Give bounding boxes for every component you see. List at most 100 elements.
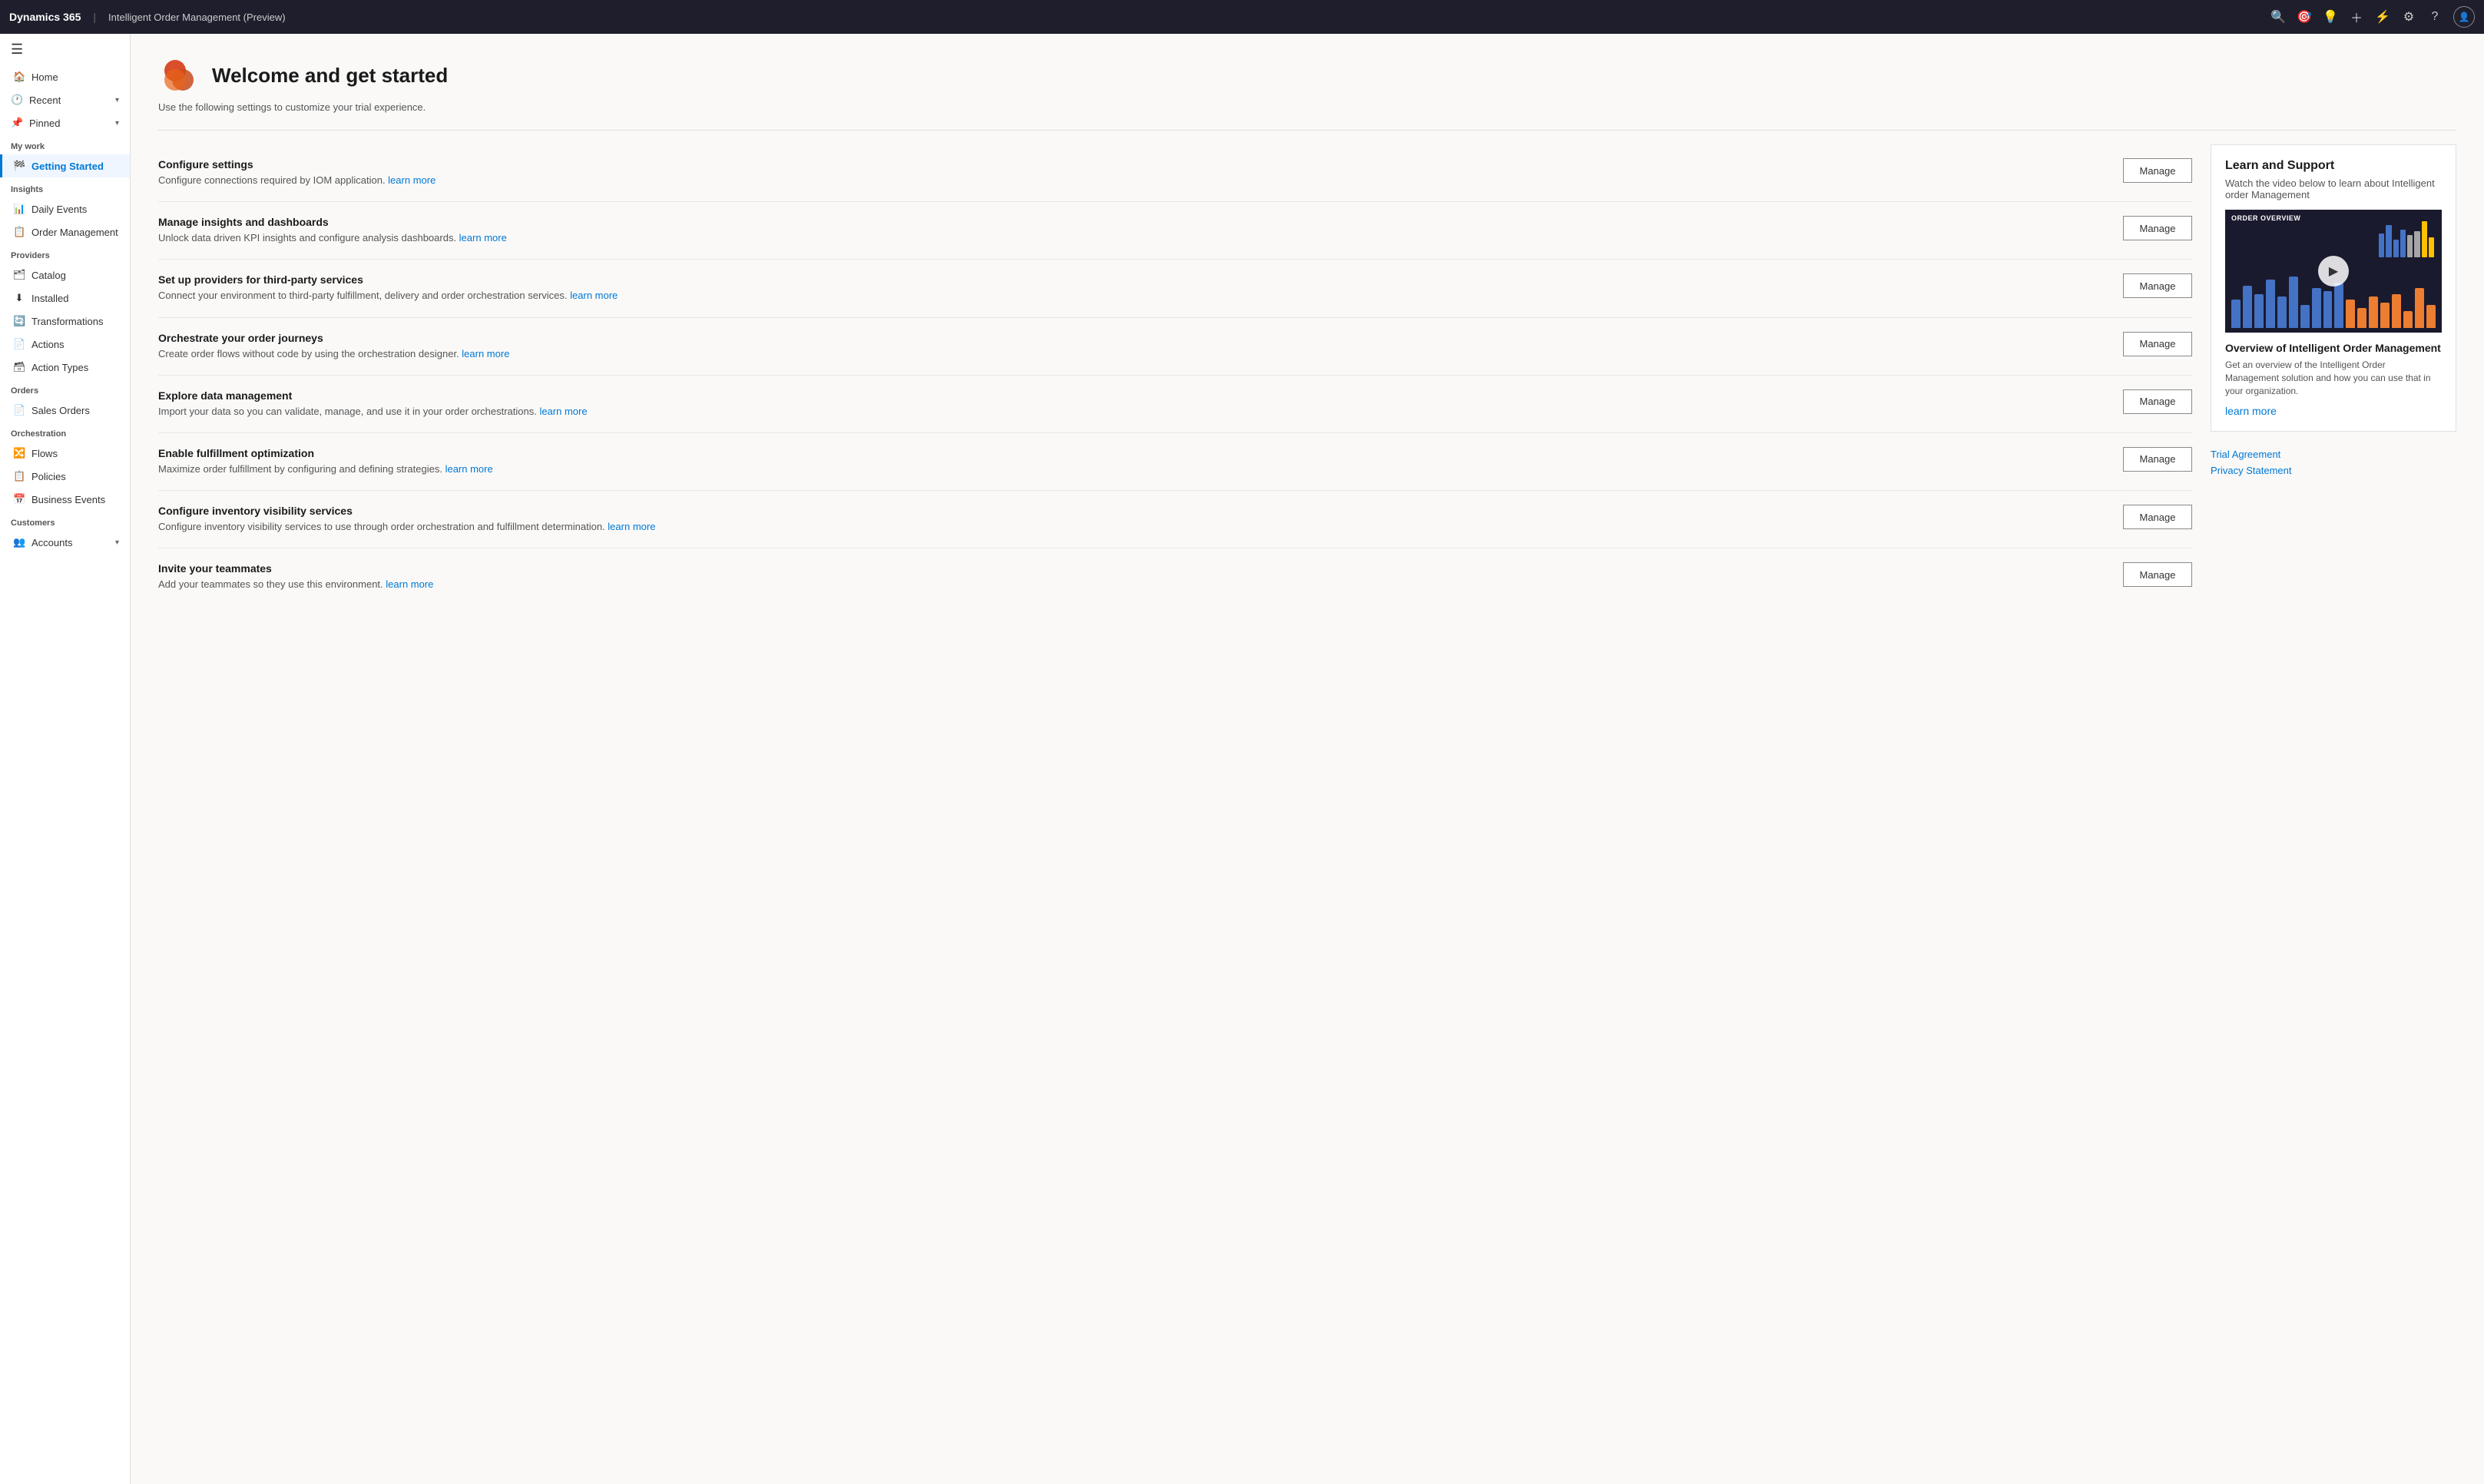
video-bar: [2403, 311, 2413, 328]
main-content: Welcome and get started Use the followin…: [131, 34, 2484, 1484]
task-desc-fulfillment: Maximize order fulfillment by configurin…: [158, 462, 2111, 476]
recent-icon: 🕐: [11, 94, 23, 106]
video-title: Overview of Intelligent Order Management: [2225, 342, 2442, 354]
sidebar-label-transformations: Transformations: [31, 316, 103, 327]
manage-btn-configure-settings[interactable]: Manage: [2123, 158, 2192, 183]
sidebar-item-policies[interactable]: 📋 Policies: [0, 465, 130, 488]
video-overlay-bar: [2400, 230, 2406, 257]
sidebar-label-order-management: Order Management: [31, 227, 118, 238]
sidebar-label-action-types: Action Types: [31, 362, 88, 373]
sidebar-item-getting-started[interactable]: 🏁 Getting Started: [0, 154, 130, 177]
catalog-icon: 🗂: [13, 269, 25, 281]
task-desc-providers: Connect your environment to third-party …: [158, 289, 2111, 303]
task-info-fulfillment: Enable fulfillment optimizationMaximize …: [158, 447, 2111, 476]
learn-more-video-link[interactable]: learn more: [2225, 405, 2277, 417]
sales-orders-icon: 📄: [13, 404, 25, 416]
external-links: Trial Agreement Privacy Statement: [2211, 449, 2456, 481]
learn-link-providers[interactable]: learn more: [570, 290, 618, 301]
sidebar-label-installed: Installed: [31, 293, 68, 304]
hamburger-menu[interactable]: ☰: [0, 34, 130, 65]
help-icon[interactable]: ?: [2427, 10, 2443, 24]
video-bar: [2312, 288, 2321, 328]
flows-icon: 🔀: [13, 447, 25, 459]
task-desc-manage-insights: Unlock data driven KPI insights and conf…: [158, 231, 2111, 245]
page-subtitle: Use the following settings to customize …: [158, 101, 2456, 113]
video-overlay-bar: [2379, 234, 2384, 257]
task-desc-orchestrate: Create order flows without code by using…: [158, 347, 2111, 361]
learn-link-configure-settings[interactable]: learn more: [388, 174, 436, 186]
sidebar-label-business-events: Business Events: [31, 494, 105, 505]
sidebar-item-flows[interactable]: 🔀 Flows: [0, 442, 130, 465]
learn-link-manage-insights[interactable]: learn more: [459, 232, 507, 243]
task-info-manage-insights: Manage insights and dashboardsUnlock dat…: [158, 216, 2111, 245]
manage-btn-fulfillment[interactable]: Manage: [2123, 447, 2192, 472]
section-insights: Insights: [0, 177, 130, 197]
task-title-orchestrate: Orchestrate your order journeys: [158, 332, 2111, 344]
video-overlay-bar: [2422, 221, 2427, 257]
trial-agreement-link[interactable]: Trial Agreement: [2211, 449, 2456, 460]
nav-icons: 🔍 🎯 💡 ＋ ⚡ ⚙ ? 👤: [2270, 6, 2475, 28]
learn-link-orchestrate[interactable]: learn more: [462, 348, 509, 359]
video-bar: [2277, 296, 2287, 328]
sidebar-label-policies: Policies: [31, 471, 66, 482]
manage-btn-data-management[interactable]: Manage: [2123, 389, 2192, 414]
sidebar-item-business-events[interactable]: 📅 Business Events: [0, 488, 130, 511]
sidebar-item-catalog[interactable]: 🗂 Catalog: [0, 263, 130, 287]
video-thumbnail[interactable]: ORDER OVERVIEW ▶: [2225, 210, 2442, 333]
task-info-configure-settings: Configure settingsConfigure connections …: [158, 158, 2111, 187]
manage-btn-orchestrate[interactable]: Manage: [2123, 332, 2192, 356]
sidebar-item-accounts[interactable]: 👥 Accounts ▾: [0, 531, 130, 554]
lightbulb-icon[interactable]: 💡: [2323, 9, 2338, 25]
app-body: ☰ 🏠 Home 🕐 Recent ▾ 📌 Pinned ▾ My work 🏁…: [0, 34, 2484, 1484]
task-info-inventory: Configure inventory visibility servicesC…: [158, 505, 2111, 534]
page-title: Welcome and get started: [212, 64, 448, 88]
sidebar-label-actions: Actions: [31, 339, 65, 350]
task-info-data-management: Explore data managementImport your data …: [158, 389, 2111, 419]
task-desc-configure-settings: Configure connections required by IOM ap…: [158, 174, 2111, 187]
video-bar: [2231, 300, 2241, 328]
task-title-inventory: Configure inventory visibility services: [158, 505, 2111, 517]
sidebar-item-transformations[interactable]: 🔄 Transformations: [0, 310, 130, 333]
learn-link-inventory[interactable]: learn more: [608, 521, 655, 532]
sidebar-item-actions[interactable]: 📄 Actions: [0, 333, 130, 356]
sidebar-item-pinned[interactable]: 📌 Pinned ▾: [0, 111, 130, 134]
manage-btn-inventory[interactable]: Manage: [2123, 505, 2192, 529]
video-bar: [2415, 288, 2424, 328]
daily-events-icon: 📊: [13, 203, 25, 215]
sidebar-item-installed[interactable]: ⬇ Installed: [0, 287, 130, 310]
filter-icon[interactable]: ⚡: [2375, 9, 2390, 25]
target-icon[interactable]: 🎯: [2297, 9, 2312, 25]
task-row-configure-settings: Configure settingsConfigure connections …: [158, 144, 2192, 202]
plus-icon[interactable]: ＋: [2349, 8, 2364, 26]
section-orchestration: Orchestration: [0, 422, 130, 442]
page-header: Welcome and get started: [158, 55, 2456, 95]
task-list: Configure settingsConfigure connections …: [158, 144, 2192, 606]
video-overlay-label: ORDER OVERVIEW: [2231, 214, 2300, 222]
user-avatar[interactable]: 👤: [2453, 6, 2475, 28]
video-bar: [2266, 280, 2275, 328]
sidebar-item-order-management[interactable]: 📋 Order Management: [0, 220, 130, 243]
video-overlay-bar: [2429, 237, 2434, 257]
learn-link-data-management[interactable]: learn more: [539, 406, 587, 417]
sidebar-item-home[interactable]: 🏠 Home: [0, 65, 130, 88]
settings-icon[interactable]: ⚙: [2401, 9, 2416, 25]
manage-btn-manage-insights[interactable]: Manage: [2123, 216, 2192, 240]
privacy-statement-link[interactable]: Privacy Statement: [2211, 465, 2456, 476]
sidebar-item-action-types[interactable]: 🗃 Action Types: [0, 356, 130, 379]
sidebar-label-daily-events: Daily Events: [31, 204, 87, 215]
video-bar: [2426, 305, 2436, 328]
video-overlay-chart: [2376, 214, 2437, 260]
search-icon[interactable]: 🔍: [2270, 9, 2286, 25]
sidebar-item-sales-orders[interactable]: 📄 Sales Orders: [0, 399, 130, 422]
getting-started-icon: 🏁: [13, 160, 25, 172]
sidebar-item-daily-events[interactable]: 📊 Daily Events: [0, 197, 130, 220]
task-row-teammates: Invite your teammatesAdd your teammates …: [158, 548, 2192, 605]
video-overlay-bar: [2386, 225, 2391, 257]
learn-link-teammates[interactable]: learn more: [386, 578, 433, 590]
manage-btn-teammates[interactable]: Manage: [2123, 562, 2192, 587]
manage-btn-providers[interactable]: Manage: [2123, 273, 2192, 298]
sidebar-item-recent[interactable]: 🕐 Recent ▾: [0, 88, 130, 111]
learn-link-fulfillment[interactable]: learn more: [445, 463, 493, 475]
sidebar-label-home: Home: [31, 71, 58, 83]
video-play-button[interactable]: ▶: [2318, 256, 2349, 287]
